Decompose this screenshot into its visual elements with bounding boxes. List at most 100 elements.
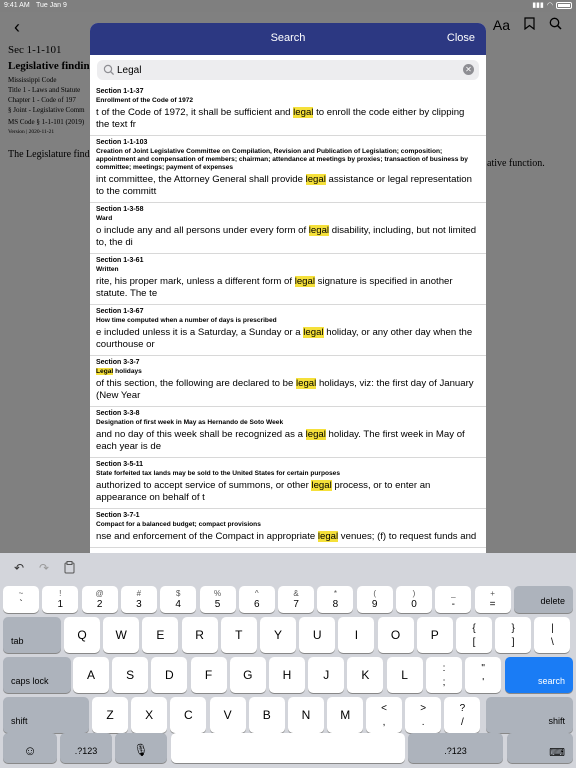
key-letter[interactable]: O	[377, 617, 414, 653]
search-result-item[interactable]: Section 1-3-67 How time computed when a n…	[90, 305, 486, 356]
key-letter[interactable]: A	[73, 657, 109, 693]
key-letter[interactable]: D	[151, 657, 188, 693]
snippet-before: and no day of this week shall be recogni…	[96, 429, 306, 440]
key-alt: *	[333, 589, 337, 598]
search-result-item[interactable]: Section 3-3-8 Designation of first week i…	[90, 407, 486, 458]
key-letter[interactable]: G	[229, 657, 266, 693]
key-number[interactable]: ! 1	[42, 586, 79, 613]
result-heading: Creation of Joint Legislative Committee …	[96, 148, 468, 171]
search-result-item[interactable]: Section 1-3-61 Written rite, his proper ma…	[90, 254, 486, 305]
keyboard: ↶ ↷ ~ `! 1 @2 #3 $4% 5 ^ 6 & 7 * 8(9) 0 _ - + = delete tab Q…	[0, 553, 576, 768]
key-letter[interactable]: C	[170, 697, 207, 733]
key-main: R	[195, 628, 204, 642]
key-letter[interactable]: M	[327, 697, 364, 733]
search-result-item[interactable]: Section 1-1-103 Creation of Joint Legisla…	[90, 136, 486, 203]
key-alt: _	[451, 589, 456, 598]
dictation-key[interactable]: 🎙	[115, 733, 167, 763]
key-letter[interactable]: H	[269, 657, 305, 693]
search-result-item[interactable]: Section 3-5-11 State forfeited tax lands …	[90, 458, 486, 509]
key-letter[interactable]: P	[416, 617, 453, 653]
key-symbol[interactable]: {[	[456, 617, 492, 653]
search-result-item[interactable]: Section 3-3-7 Legal holidays of this secti…	[90, 356, 486, 407]
search-result-item[interactable]: Section 1-1-37 Enrollment of the Code of …	[90, 85, 486, 136]
key-number[interactable]: ) 0	[396, 586, 432, 613]
key-letter[interactable]: S	[112, 657, 149, 693]
key-number[interactable]: & 7	[278, 586, 315, 613]
shift-left-key[interactable]: shift	[3, 697, 89, 733]
key-label: search	[537, 676, 565, 686]
undo-icon[interactable]: ↶	[14, 561, 24, 575]
key-letter[interactable]: N	[288, 697, 324, 733]
key-number[interactable]: _ -	[435, 586, 472, 613]
key-number[interactable]: @2	[81, 586, 118, 613]
key-letter[interactable]: K	[347, 657, 384, 693]
key-letter[interactable]: W	[103, 617, 140, 653]
bookmark-icon[interactable]	[524, 17, 535, 33]
key-symbol[interactable]: | \	[534, 617, 571, 653]
numbers-key-right[interactable]: .?123	[408, 733, 503, 763]
key-letter[interactable]: Z	[92, 697, 128, 733]
key-symbol[interactable]: ? /	[444, 697, 481, 733]
heading-highlight: Legal	[96, 368, 114, 375]
key-number[interactable]: (9	[356, 586, 393, 613]
caps-lock-key[interactable]: caps lock	[3, 657, 71, 693]
key-main: F	[204, 668, 213, 682]
shift-right-key[interactable]: shift	[486, 697, 573, 733]
paste-icon[interactable]	[64, 561, 75, 577]
key-letter[interactable]: I	[338, 617, 375, 653]
key-alt: |	[551, 623, 554, 634]
back-chevron-icon[interactable]: ‹	[14, 17, 20, 38]
key-symbol[interactable]: " '	[465, 657, 502, 693]
result-section: Section 3-3-8	[96, 410, 140, 417]
key-letter[interactable]: R	[181, 617, 218, 653]
key-symbol[interactable]: :;	[426, 657, 462, 693]
key-number[interactable]: + =	[474, 586, 511, 613]
key-alt: )	[412, 589, 416, 598]
key-number[interactable]: * 8	[317, 586, 354, 613]
search-key[interactable]: search	[505, 657, 573, 693]
emoji-key[interactable]: ☺	[3, 733, 57, 763]
delete-key[interactable]: delete	[514, 586, 573, 613]
search-icon	[103, 64, 115, 76]
search-box[interactable]: ✕	[97, 60, 479, 80]
key-number[interactable]: $4	[160, 586, 197, 613]
key-number[interactable]: #3	[120, 586, 157, 613]
close-button[interactable]: Close	[447, 32, 475, 44]
search-input[interactable]	[117, 62, 447, 78]
key-number[interactable]: ^ 6	[238, 586, 275, 613]
key-symbol[interactable]: }]	[495, 617, 532, 653]
font-size-icon[interactable]: Aa	[493, 17, 510, 33]
key-letter[interactable]: L	[386, 657, 423, 693]
search-result-item[interactable]: Section 3-7-1 Compact for a balanced budg…	[90, 509, 486, 548]
key-label: shift	[548, 716, 565, 726]
key-main: .	[421, 717, 425, 728]
clear-icon[interactable]: ✕	[463, 64, 474, 75]
key-letter[interactable]: T	[220, 617, 257, 653]
search-result-item[interactable]: Section 1-3-58 Ward o include any and all …	[90, 203, 486, 254]
key-letter[interactable]: B	[248, 697, 285, 733]
key-letter[interactable]: E	[142, 617, 179, 653]
key-letter[interactable]: Q	[64, 617, 100, 653]
search-icon[interactable]	[549, 17, 562, 33]
key-letter[interactable]: Y	[260, 617, 296, 653]
key-main: \	[551, 637, 554, 648]
key-letter[interactable]: X	[131, 697, 168, 733]
key-symbol[interactable]: <,	[366, 697, 402, 733]
key-letter[interactable]: F	[190, 657, 227, 693]
key-main: 0	[411, 599, 417, 610]
key-main: `	[19, 599, 23, 610]
key-symbol[interactable]: >.	[405, 697, 442, 733]
match-highlight: legal	[305, 429, 326, 440]
key-letter[interactable]: J	[308, 657, 345, 693]
numbers-key-left[interactable]: .?123	[60, 733, 112, 763]
key-number[interactable]: % 5	[199, 586, 236, 613]
space-key[interactable]	[171, 733, 405, 763]
key-letter[interactable]: U	[299, 617, 336, 653]
key-number[interactable]: ~ `	[3, 586, 39, 613]
key-letter[interactable]: V	[209, 697, 246, 733]
hide-keyboard-key[interactable]: ⌨	[507, 733, 573, 763]
tab-key[interactable]: tab	[3, 617, 61, 653]
match-highlight: legal	[303, 327, 324, 338]
redo-icon[interactable]: ↷	[39, 561, 49, 575]
search-results-list[interactable]: Section 1-1-37 Enrollment of the Code of …	[90, 85, 486, 548]
